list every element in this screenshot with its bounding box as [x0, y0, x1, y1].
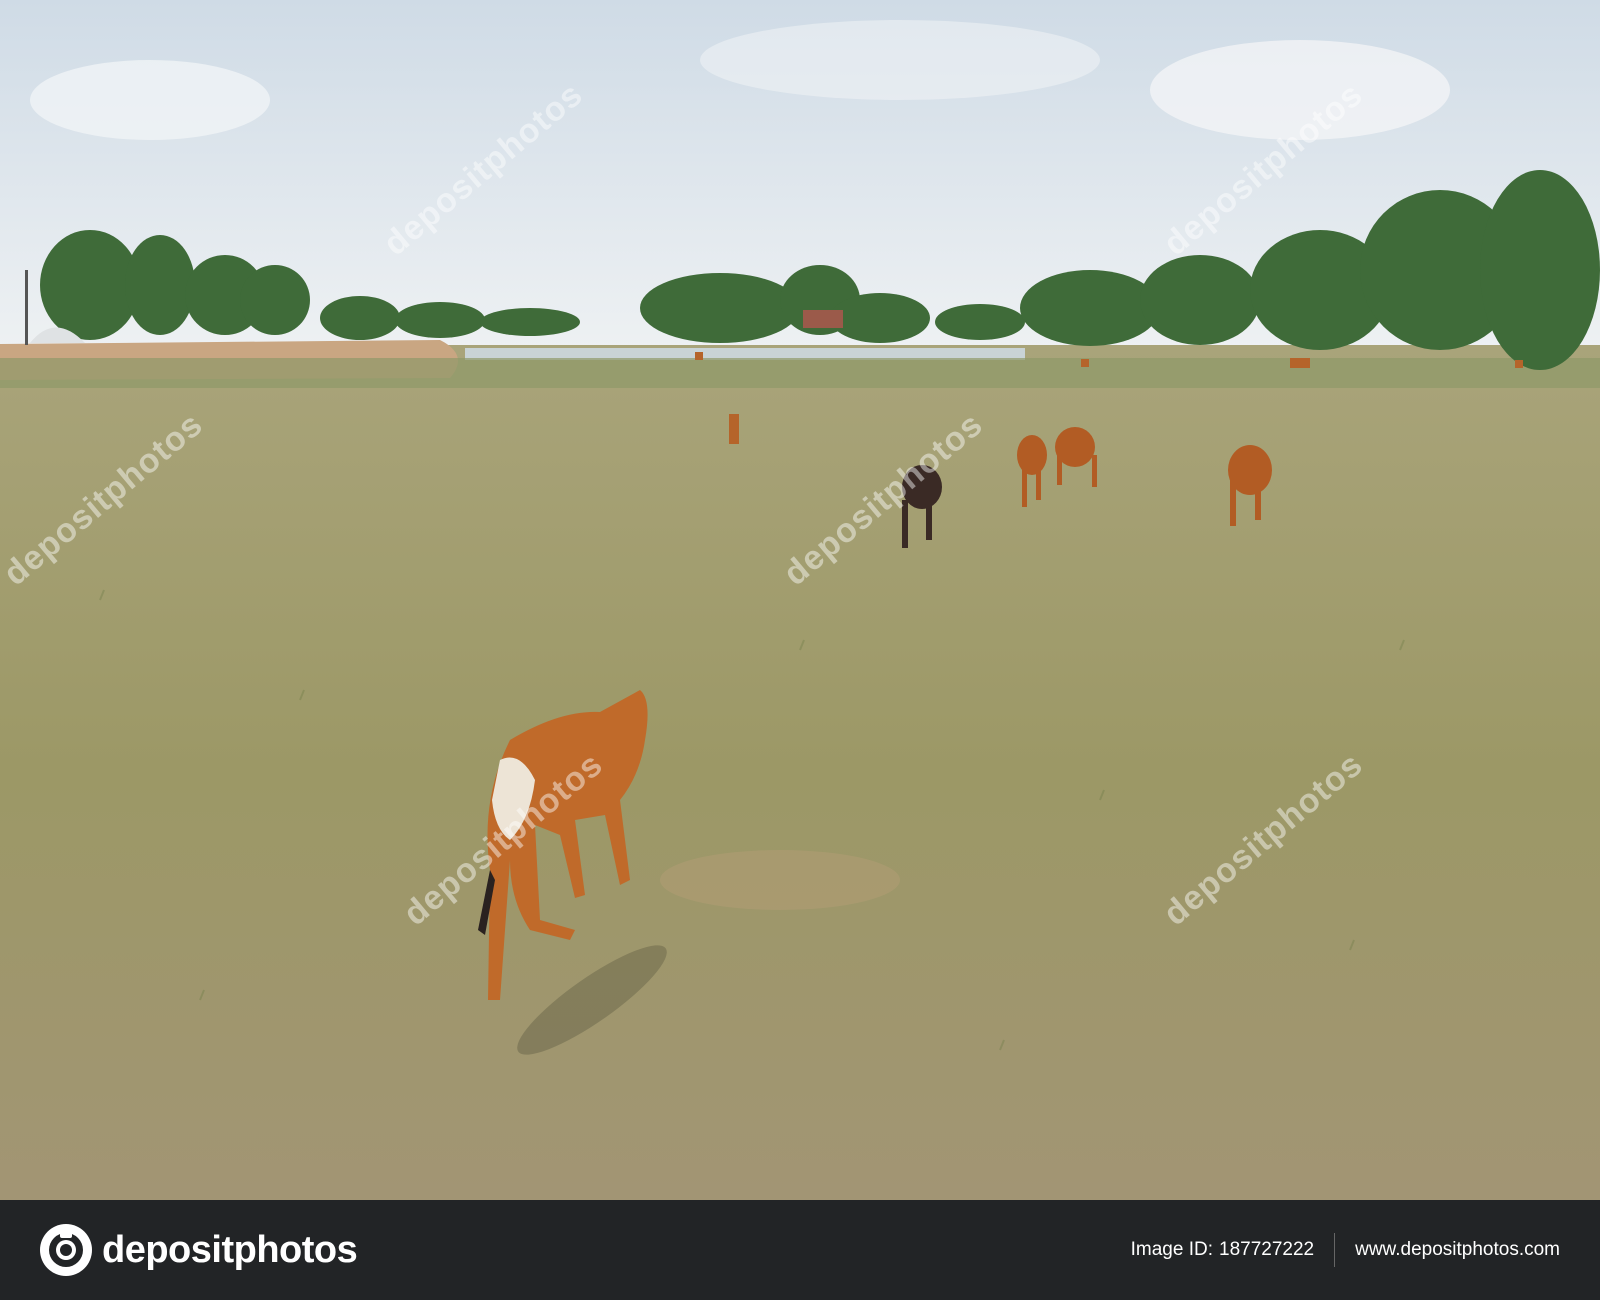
image-meta: Image ID: 187727222 www.depositphotos.co… — [1131, 1233, 1560, 1267]
depositphotos-logo[interactable]: depositphotos — [40, 1224, 358, 1276]
farm-house — [803, 310, 843, 328]
field-scene — [0, 0, 1600, 1200]
divider — [1334, 1233, 1336, 1267]
image-id: 187727222 — [1219, 1239, 1315, 1260]
stock-photo: depositphotos depositphotos depositphoto… — [0, 0, 1600, 1200]
footer-bar: depositphotos Image ID: 187727222 www.de… — [0, 1200, 1600, 1300]
website-link[interactable]: www.depositphotos.com — [1355, 1239, 1560, 1261]
dry-field — [0, 345, 1600, 1200]
image-id-label: Image ID: — [1130, 1239, 1213, 1260]
logo-text: depositphotos — [102, 1228, 358, 1271]
camera-logo-icon — [40, 1224, 92, 1276]
cow-brown — [1017, 435, 1047, 475]
